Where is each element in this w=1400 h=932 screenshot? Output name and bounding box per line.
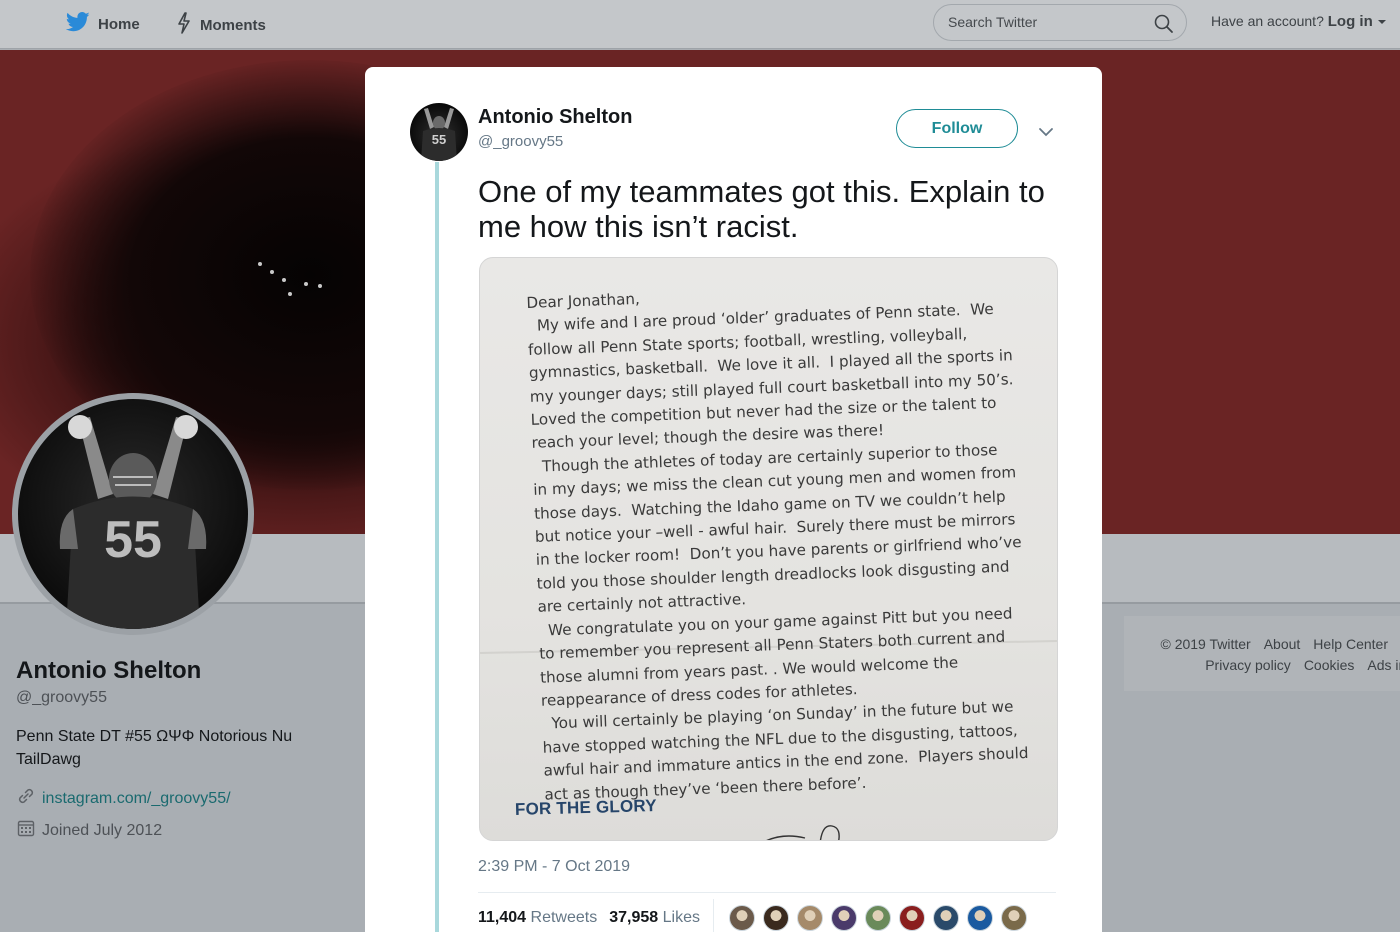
divider bbox=[713, 899, 714, 932]
footer-privacy-link[interactable]: Privacy policy bbox=[1205, 657, 1291, 673]
profile-bio: Penn State DT #55 ΩΨΦ Notorious Nu TailD… bbox=[16, 728, 293, 768]
banner-glint bbox=[288, 292, 292, 296]
profile-joined-text: Joined July 2012 bbox=[42, 821, 163, 839]
liker-avatar[interactable] bbox=[967, 905, 993, 931]
banner-glint bbox=[318, 284, 322, 288]
tweet-author-handle[interactable]: @_groovy55 bbox=[478, 133, 563, 150]
tweet-author-avatar[interactable]: 55 bbox=[410, 103, 468, 161]
banner-glint bbox=[258, 262, 262, 266]
search-icon[interactable] bbox=[1154, 14, 1174, 39]
footer-copyright: © 2019 Twitter bbox=[1160, 636, 1251, 652]
account-area: Have an account? Log in bbox=[1211, 13, 1387, 30]
liker-avatar[interactable] bbox=[933, 905, 959, 931]
footer-ads-link[interactable]: Ads info bbox=[1367, 657, 1400, 673]
football-player-illustration: 55 bbox=[421, 108, 457, 161]
likes-stat[interactable]: 37,958 Likes bbox=[609, 909, 700, 927]
nav-home-label: Home bbox=[98, 15, 140, 33]
profile-avatar-image: 55 bbox=[18, 399, 248, 629]
account-prompt: Have an account? bbox=[1211, 13, 1324, 29]
liker-avatar[interactable] bbox=[1001, 905, 1027, 931]
liker-avatar[interactable] bbox=[831, 905, 857, 931]
chevron-down-icon[interactable] bbox=[1038, 124, 1054, 142]
liker-avatar[interactable] bbox=[729, 905, 755, 931]
banner-glint bbox=[282, 278, 286, 282]
profile-website-link[interactable]: instagram.com/_groovy55/ bbox=[42, 790, 231, 808]
footer-row: © 2019 Twitter About Help Center bbox=[1160, 636, 1388, 652]
nav-moments[interactable]: Moments bbox=[176, 12, 266, 38]
banner-glint bbox=[270, 270, 274, 274]
profile-avatar[interactable]: 55 bbox=[12, 393, 254, 635]
football-player-illustration: 55 bbox=[59, 415, 207, 629]
link-icon bbox=[16, 786, 36, 811]
follow-button[interactable]: Follow bbox=[896, 109, 1018, 148]
footer-help-link[interactable]: Help Center bbox=[1313, 636, 1388, 652]
footer-about-link[interactable]: About bbox=[1264, 636, 1301, 652]
liker-avatar[interactable] bbox=[797, 905, 823, 931]
top-nav: Home Moments Have an account? Log in bbox=[0, 0, 1400, 49]
nav-home[interactable]: Home bbox=[65, 12, 140, 36]
liker-avatar[interactable] bbox=[763, 905, 789, 931]
footer-links: © 2019 Twitter About Help Center Privacy… bbox=[1124, 616, 1400, 691]
divider bbox=[478, 892, 1056, 893]
login-link[interactable]: Log in bbox=[1328, 13, 1373, 30]
retweets-stat[interactable]: 11,404 Retweets bbox=[478, 909, 597, 927]
tweet-timestamp[interactable]: 2:39 PM - 7 Oct 2019 bbox=[478, 858, 630, 876]
signature-scribble bbox=[766, 825, 840, 840]
banner-glint bbox=[304, 282, 308, 286]
search-box bbox=[933, 4, 1187, 41]
nav-moments-label: Moments bbox=[200, 16, 266, 34]
liker-avatar[interactable] bbox=[865, 905, 891, 931]
lightning-icon bbox=[176, 12, 192, 38]
search-input[interactable] bbox=[948, 14, 1148, 30]
tweet-author-name[interactable]: Antonio Shelton bbox=[478, 106, 632, 129]
jersey-number: 55 bbox=[432, 132, 446, 147]
footer-row: Privacy policy Cookies Ads info bbox=[1205, 657, 1400, 673]
tweet-text: One of my teammates got this. Explain to… bbox=[478, 174, 1045, 244]
chevron-down-icon[interactable] bbox=[1377, 13, 1387, 29]
letter-sign-off: FOR THE GLORY bbox=[514, 796, 657, 819]
jersey-number: 55 bbox=[104, 511, 162, 569]
thread-line bbox=[435, 162, 439, 932]
liker-avatar[interactable] bbox=[899, 905, 925, 931]
calendar-icon bbox=[16, 818, 36, 843]
profile-name: Antonio Shelton bbox=[16, 657, 202, 684]
footer-cookies-link[interactable]: Cookies bbox=[1304, 657, 1355, 673]
profile-joined: Joined July 2012 bbox=[16, 818, 162, 843]
tweet-media-image[interactable]: Dear Jonathan, My wife and I are proud ‘… bbox=[479, 257, 1058, 841]
tweet-modal: 55 Antonio Shelton @_groovy55 Follow One… bbox=[365, 67, 1102, 932]
letter-body-text: Dear Jonathan, My wife and I are proud ‘… bbox=[526, 289, 1029, 804]
profile-handle: @_groovy55 bbox=[16, 689, 107, 706]
tweet-stats: 11,404 Retweets 37,958 Likes bbox=[478, 909, 700, 927]
liker-avatars bbox=[729, 905, 1027, 931]
twitter-bird-icon bbox=[65, 12, 90, 36]
profile-website: instagram.com/_groovy55/ bbox=[16, 786, 231, 811]
